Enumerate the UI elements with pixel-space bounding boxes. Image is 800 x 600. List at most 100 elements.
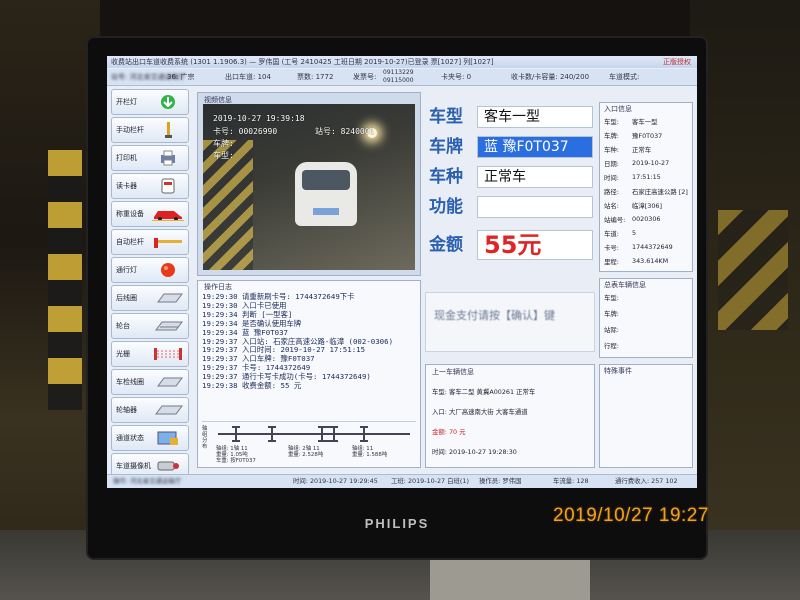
entry-key: 路径: <box>604 188 619 196</box>
btn-axle[interactable]: 轮轴器 <box>111 397 189 423</box>
function-row: 功能 <box>425 196 595 218</box>
vehicle-type-label: 车型 <box>429 107 463 127</box>
btn-weighing-label: 称重设备 <box>116 210 144 218</box>
warning-stripes <box>718 210 788 330</box>
entry-value: 正常车 <box>632 146 652 154</box>
entry-value: 豫F0T037 <box>632 132 663 140</box>
coil-icon <box>152 290 184 306</box>
axle-diagram: 轴组分布 轴组: 1轴 11 重量: 1.05吨 车重: 按F0T037 轴组:… <box>202 421 416 466</box>
vehicle-coil-icon <box>152 374 184 390</box>
vehicle-kind-row: 车种 正常车 <box>425 166 595 188</box>
entry-key: 站编号: <box>604 216 626 224</box>
video-overlay-time: 2019-10-27 19:39:18 <box>213 114 305 123</box>
video-overlay-station: 站号: 8240001 <box>315 127 375 136</box>
status-shift: 工班: 2019-10-27 白班(1) <box>391 477 469 485</box>
special-event-box: 特殊事件 <box>599 364 693 468</box>
entry-value: 客车一型 <box>632 118 658 126</box>
video-overlay-model: 车型: <box>213 151 234 160</box>
entry-info-row: 车型: 客车一型 <box>604 117 658 126</box>
btn-manual-barrier-label: 手动栏杆 <box>116 126 144 134</box>
btn-manual-barrier[interactable]: 手动栏杆 <box>111 117 189 143</box>
vehicle-kind-label: 车种 <box>429 167 463 187</box>
entry-info-row: 车道: 5 <box>604 229 636 238</box>
btn-lamp[interactable]: 开栏灯 <box>111 89 189 115</box>
photo-timestamp: 2019/10/27 19:27 <box>553 505 709 526</box>
previous-vehicle-row: 入口: 大厂高速南大街 大客车通道 <box>432 408 528 416</box>
lane-camera-feed: 2019-10-27 19:39:18 卡号: 00026990 站号: 824… <box>203 104 415 270</box>
entry-key: 日期: <box>604 160 619 168</box>
pass-info-row: 行程: <box>604 342 619 350</box>
previous-vehicle-row: 车型: 客车二型 黄冀A00261 正常车 <box>432 388 536 396</box>
previous-vehicle-time: 时间: 2019-10-27 19:28:30 <box>432 448 517 456</box>
btn-vehicle-coil-label: 车检线圈 <box>116 378 144 386</box>
info-card-label: 发票号: <box>353 73 377 81</box>
previous-vehicle-amount: 金额: 70 元 <box>432 428 466 436</box>
info-lane: 出口车道: 104 <box>225 73 271 81</box>
entry-value: 17:51:15 <box>632 173 661 181</box>
paper-sheet <box>430 560 590 600</box>
btn-printer[interactable]: 打印机 <box>111 145 189 171</box>
status-fee: 通行费收入: 257 102 <box>615 477 678 485</box>
btn-auto-barrier[interactable]: 自动栏杆 <box>111 229 189 255</box>
log-lines: 19:29:30 请重新刷卡号: 1744372649下卡 19:29:30 入… <box>202 292 416 391</box>
pass-info-row: 站际: <box>604 326 619 334</box>
entry-value: 1744372649 <box>632 243 673 251</box>
vehicle-type-value: 客车一型 <box>477 106 593 128</box>
btn-card-reader-label: 读卡器 <box>116 182 137 190</box>
platform-icon <box>152 318 184 334</box>
previous-vehicle-panel: 上一车辆信息 车型: 客车二型 黄冀A00261 正常车 入口: 大厂高速南大街… <box>425 364 595 468</box>
entry-key: 里程: <box>604 258 619 266</box>
camera-icon <box>152 458 184 474</box>
status-flow: 车流量: 128 <box>553 477 589 485</box>
entry-value: 临漳[306] <box>632 202 662 210</box>
btn-platform-label: 轮台 <box>116 322 130 330</box>
btn-lane-status[interactable]: 通道状态 <box>111 425 189 451</box>
entry-info-header: 入口信息 <box>604 105 632 113</box>
btn-pass-light[interactable]: 通行灯 <box>111 257 189 283</box>
license-label: 正版授权 <box>663 58 691 66</box>
printer-icon <box>152 150 184 166</box>
btn-printer-label: 打印机 <box>116 154 137 162</box>
btn-weighing[interactable]: 称重设备 <box>111 201 189 227</box>
btn-card-reader[interactable]: 读卡器 <box>111 173 189 199</box>
btn-platform[interactable]: 轮台 <box>111 313 189 339</box>
btn-grating-label: 光栅 <box>116 350 130 358</box>
cash-prompt-box: 现金支付请按【确认】键 <box>425 292 595 352</box>
log-header: 操作日志 <box>204 283 232 291</box>
pass-info-row: 车牌: <box>604 310 619 318</box>
pass-info-row: 车型: <box>604 294 619 302</box>
axle-diagram-graphic <box>218 426 410 442</box>
amount-row: 金额 55元 <box>425 230 595 260</box>
btn-lane-status-label: 通道状态 <box>116 434 144 442</box>
card-reader-icon <box>152 178 184 194</box>
entry-value: 2019-10-27 <box>632 159 670 167</box>
entry-key: 车型: <box>604 118 619 126</box>
plate-row: 车牌 蓝 豫F0T037 <box>425 136 595 158</box>
entry-info-row: 车牌: 豫F0T037 <box>604 131 662 140</box>
info-card-count: 卡夹号: 0 <box>441 73 472 81</box>
lane-status-icon <box>152 430 184 446</box>
entry-value: 343.614KM <box>632 257 669 265</box>
window-titlebar: 收费站出口车道收费系统 (1301 1.1906.3) — 罗伟国 (工号 24… <box>107 56 697 68</box>
info-ticket: 票数: 1772 <box>297 73 334 81</box>
btn-axle-label: 轮轴器 <box>116 406 137 414</box>
plate-value: 蓝 豫F0T037 <box>477 136 593 158</box>
video-overlay-plate: 车牌: <box>213 139 234 148</box>
barrier-pole-icon <box>152 122 184 138</box>
previous-vehicle-header: 上一车辆信息 <box>432 368 474 376</box>
btn-rear-coil-label: 后线圈 <box>116 294 137 302</box>
axle-info-1: 轴组: 1轴 11 重量: 1.05吨 车重: 按F0T037 <box>216 446 256 464</box>
btn-grating[interactable]: 光栅 <box>111 341 189 367</box>
entry-info-row: 站名: 临漳[306] <box>604 201 662 210</box>
btn-rear-coil[interactable]: 后线圈 <box>111 285 189 311</box>
entry-info-row: 车种: 正常车 <box>604 145 651 154</box>
entry-info-row: 路径: 石家庄高速公路 [2] <box>604 187 688 196</box>
btn-vehicle-coil[interactable]: 车检线圈 <box>111 369 189 395</box>
pass-info-header: 总表车辆信息 <box>604 281 646 289</box>
entry-key: 站名: <box>604 202 619 210</box>
info-mode: 车道模式: <box>609 73 640 81</box>
device-button-column: 开栏灯 手动栏杆 打印机 读卡器 称重设备 自动栏杆 通行灯 后线圈 轮台 光栅… <box>111 89 191 481</box>
plate-label: 车牌 <box>429 137 463 157</box>
green-arrow-icon <box>152 94 184 110</box>
entry-key: 车牌: <box>604 132 619 140</box>
